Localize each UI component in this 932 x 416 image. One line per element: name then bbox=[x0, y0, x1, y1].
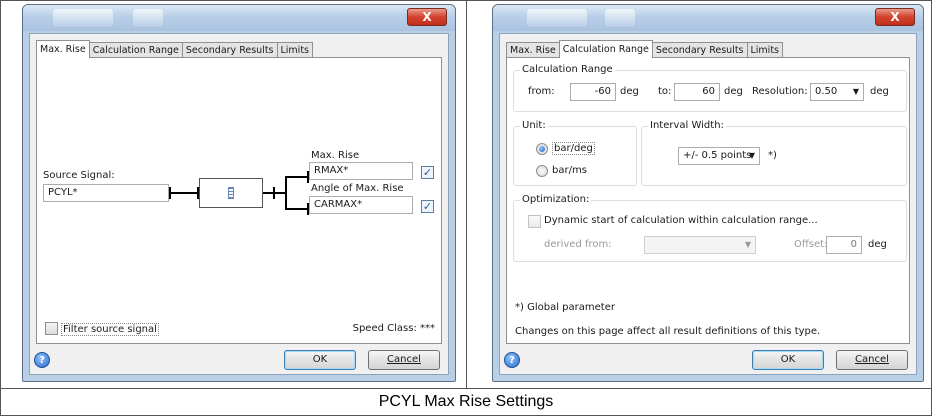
button-bar: ? OK Cancel bbox=[30, 346, 448, 374]
max-rise-field[interactable]: RMAX* bbox=[309, 162, 413, 180]
max-rise-label: Max. Rise bbox=[311, 150, 360, 161]
tab-secondary-results[interactable]: Secondary Results bbox=[651, 42, 748, 58]
angle-checkbox[interactable]: ✓ bbox=[421, 200, 434, 213]
changes-note: Changes on this page affect all result d… bbox=[515, 326, 821, 337]
signal-wire bbox=[285, 176, 287, 210]
radio-bar-deg[interactable] bbox=[536, 143, 548, 155]
global-marker: *) bbox=[768, 150, 777, 161]
signal-wire bbox=[285, 176, 309, 178]
title-icon bbox=[605, 9, 635, 27]
ok-button[interactable]: OK bbox=[284, 350, 356, 370]
resolution-select[interactable]: 0.50 ▼ bbox=[810, 83, 864, 101]
interval-value: +/- 0.5 points bbox=[683, 150, 752, 161]
title-bar[interactable]: X bbox=[493, 5, 923, 31]
tab-max-rise[interactable]: Max. Rise bbox=[506, 42, 560, 58]
unit-group: Unit: bar/deg bar/ms bbox=[513, 120, 637, 186]
angle-label: Angle of Max. Rise bbox=[311, 183, 404, 194]
offset-field[interactable]: 0 bbox=[826, 236, 862, 254]
signal-wire bbox=[169, 187, 171, 199]
tab-calculation-range[interactable]: Calculation Range bbox=[558, 40, 653, 58]
signal-wire bbox=[169, 192, 199, 194]
cancel-button[interactable]: Cancel bbox=[368, 350, 440, 370]
from-unit: deg bbox=[620, 86, 639, 97]
title-icon bbox=[53, 9, 113, 27]
derived-from-select[interactable]: ▼ bbox=[644, 236, 756, 254]
tab-limits[interactable]: Limits bbox=[276, 42, 313, 58]
filter-label[interactable]: Filter source signal bbox=[61, 323, 159, 336]
group-title: Optimization: bbox=[520, 194, 592, 205]
group-title: Unit: bbox=[520, 120, 548, 131]
block-icon bbox=[228, 187, 234, 199]
group-title: Interval Width: bbox=[648, 120, 726, 131]
source-signal-label: Source Signal: bbox=[43, 170, 115, 181]
offset-unit: deg bbox=[868, 239, 887, 250]
dropdown-arrow-icon: ▼ bbox=[852, 87, 859, 96]
offset-label: Offset: bbox=[794, 239, 828, 250]
from-field[interactable]: -60 bbox=[570, 83, 616, 101]
tab-panel: Source Signal: PCYL* Max. Rise RMAX* ✓ A… bbox=[36, 57, 442, 344]
interval-select[interactable]: +/- 0.5 points ▼ bbox=[678, 147, 760, 165]
signal-wire bbox=[285, 208, 309, 210]
cancel-button[interactable]: Cancel bbox=[836, 350, 908, 370]
figure-caption: PCYL Max Rise Settings bbox=[378, 393, 554, 410]
max-rise-checkbox[interactable]: ✓ bbox=[421, 166, 434, 179]
title-bar[interactable]: X bbox=[23, 5, 455, 31]
tab-panel: Calculation Range from: -60 deg to: 60 d… bbox=[506, 57, 910, 344]
dialog-max-rise: X Max. Rise Calculation Range Secondary … bbox=[22, 4, 456, 382]
button-bar: ? OK Cancel bbox=[500, 346, 916, 374]
radio-bar-deg-label[interactable]: bar/deg bbox=[552, 142, 595, 155]
cancel-label: Cancel bbox=[387, 354, 421, 365]
dialog-calculation-range: X Max. Rise Calculation Range Secondary … bbox=[492, 4, 924, 382]
to-label: to: bbox=[658, 86, 672, 97]
dynamic-start-label: Dynamic start of calculation within calc… bbox=[544, 215, 818, 226]
global-parameter-note: *) Global parameter bbox=[515, 302, 615, 313]
dropdown-arrow-icon: ▼ bbox=[748, 151, 755, 160]
figure-divider bbox=[0, 388, 932, 389]
close-button[interactable]: X bbox=[407, 8, 447, 26]
cancel-label: Cancel bbox=[855, 354, 889, 365]
to-unit: deg bbox=[724, 86, 743, 97]
tab-max-rise[interactable]: Max. Rise bbox=[36, 40, 90, 58]
tab-limits[interactable]: Limits bbox=[746, 42, 783, 58]
tab-calculation-range[interactable]: Calculation Range bbox=[88, 42, 183, 58]
dialog-client: Max. Rise Calculation Range Secondary Re… bbox=[29, 33, 449, 375]
filter-checkbox[interactable] bbox=[45, 322, 58, 335]
title-icon bbox=[133, 9, 163, 27]
source-signal-field[interactable]: PCYL* bbox=[43, 184, 169, 202]
resolution-label: Resolution: bbox=[752, 86, 808, 97]
resolution-unit: deg bbox=[870, 86, 889, 97]
angle-field[interactable]: CARMAX* bbox=[309, 196, 413, 214]
radio-bar-ms[interactable] bbox=[536, 165, 548, 177]
signal-wire bbox=[275, 192, 285, 194]
from-label: from: bbox=[528, 86, 555, 97]
tab-secondary-results[interactable]: Secondary Results bbox=[181, 42, 278, 58]
interval-group: Interval Width: +/- 0.5 points ▼ *) bbox=[641, 120, 907, 186]
resolution-value: 0.50 bbox=[815, 86, 838, 97]
figure-divider bbox=[466, 0, 467, 388]
tab-strip: Max. Rise Calculation Range Secondary Re… bbox=[36, 40, 313, 58]
help-icon[interactable]: ? bbox=[34, 352, 50, 368]
derived-from-label: derived from: bbox=[544, 239, 612, 250]
speed-class: Speed Class: *** bbox=[352, 323, 435, 334]
optimization-group: Optimization: Dynamic start of calculati… bbox=[513, 194, 907, 262]
to-field[interactable]: 60 bbox=[674, 83, 720, 101]
help-icon[interactable]: ? bbox=[504, 352, 520, 368]
dropdown-arrow-icon: ▼ bbox=[744, 240, 751, 249]
ok-button[interactable]: OK bbox=[752, 350, 824, 370]
radio-bar-ms-label[interactable]: bar/ms bbox=[552, 165, 587, 176]
group-title: Calculation Range bbox=[520, 64, 615, 75]
calculation-range-group: Calculation Range from: -60 deg to: 60 d… bbox=[513, 64, 907, 112]
title-icon bbox=[527, 9, 587, 27]
calculation-block bbox=[199, 178, 263, 208]
close-button[interactable]: X bbox=[875, 8, 915, 26]
dialog-client: Max. Rise Calculation Range Secondary Re… bbox=[499, 33, 917, 375]
dynamic-start-checkbox[interactable] bbox=[528, 215, 541, 228]
tab-strip: Max. Rise Calculation Range Secondary Re… bbox=[506, 40, 783, 58]
